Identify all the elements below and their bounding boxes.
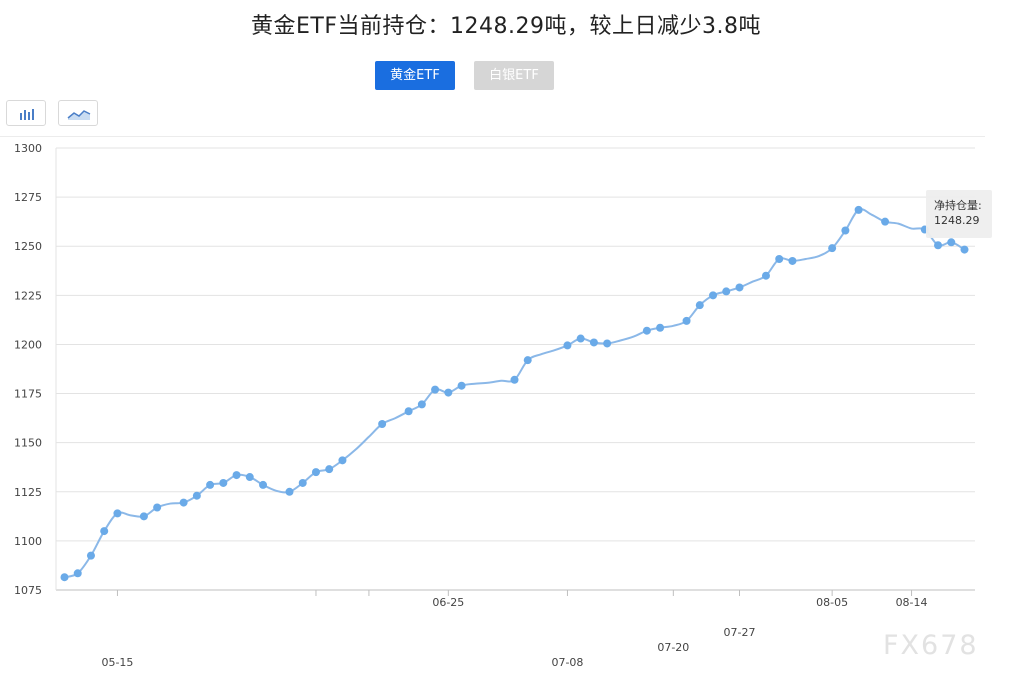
data-point xyxy=(113,509,122,518)
y-tick-label: 1225 xyxy=(14,289,42,302)
data-point xyxy=(934,241,943,250)
data-point xyxy=(60,573,69,582)
data-point xyxy=(232,471,241,480)
data-point xyxy=(457,381,466,390)
data-tooltip: 净持仓量: 1248.29 xyxy=(926,190,992,238)
data-point xyxy=(73,569,82,578)
y-tick-label: 1200 xyxy=(14,338,42,351)
x-tick-label: 07-20 xyxy=(657,641,689,654)
tooltip-label: 净持仓量: xyxy=(934,199,982,212)
y-tick-label: 1150 xyxy=(14,437,42,450)
data-point xyxy=(709,291,718,300)
data-point xyxy=(576,334,585,343)
data-point xyxy=(298,478,307,487)
x-tick-label: 05-15 xyxy=(101,656,133,669)
data-point xyxy=(788,256,797,265)
watermark-logo: FX678 xyxy=(883,630,979,661)
data-point xyxy=(563,341,572,350)
data-point xyxy=(153,503,162,512)
data-point xyxy=(444,388,453,397)
data-point xyxy=(325,465,334,474)
data-point xyxy=(245,473,254,482)
data-point xyxy=(192,491,201,500)
data-point xyxy=(523,356,532,365)
data-point xyxy=(510,375,519,384)
data-point xyxy=(656,323,665,332)
y-tick-label: 1250 xyxy=(14,240,42,253)
tooltip-value: 1248.29 xyxy=(934,214,980,227)
x-tick-label: 06-25 xyxy=(432,596,464,609)
y-tick-label: 1125 xyxy=(14,486,42,499)
data-point xyxy=(179,498,188,507)
data-point xyxy=(206,480,215,489)
data-point xyxy=(735,283,744,292)
line-chart: 1075 1100 1125 1150 1175 1200 1225 1250 1275 1300… xyxy=(14,142,975,669)
x-tick-label: 07-27 xyxy=(724,626,756,639)
data-point xyxy=(259,480,268,489)
y-tick-label: 1075 xyxy=(14,584,42,597)
data-point xyxy=(854,205,863,214)
data-point xyxy=(100,527,109,536)
data-point xyxy=(828,244,837,253)
data-point xyxy=(841,226,850,235)
data-point xyxy=(761,271,770,280)
data-point xyxy=(219,478,228,487)
data-point xyxy=(881,217,890,226)
data-point xyxy=(378,420,387,429)
data-point xyxy=(417,400,426,409)
data-point xyxy=(947,238,956,247)
data-point xyxy=(775,254,784,263)
data-point xyxy=(960,245,969,254)
y-tick-label: 1100 xyxy=(14,535,42,548)
x-tick-label: 08-14 xyxy=(896,596,928,609)
data-point xyxy=(285,487,294,496)
data-point xyxy=(404,407,413,416)
data-point xyxy=(642,326,651,335)
data-point xyxy=(722,287,731,296)
data-point xyxy=(86,551,95,560)
data-point xyxy=(589,338,598,347)
x-tick-label: 07-08 xyxy=(551,656,583,669)
data-point xyxy=(431,385,440,394)
data-point xyxy=(603,339,612,348)
data-point xyxy=(311,468,320,477)
y-tick-label: 1275 xyxy=(14,191,42,204)
data-point xyxy=(338,456,347,465)
x-tick-label: 08-05 xyxy=(816,596,848,609)
data-point xyxy=(139,512,148,521)
y-tick-label: 1300 xyxy=(14,142,42,155)
data-point xyxy=(682,316,691,325)
data-point xyxy=(695,301,704,310)
y-tick-label: 1175 xyxy=(14,388,42,401)
